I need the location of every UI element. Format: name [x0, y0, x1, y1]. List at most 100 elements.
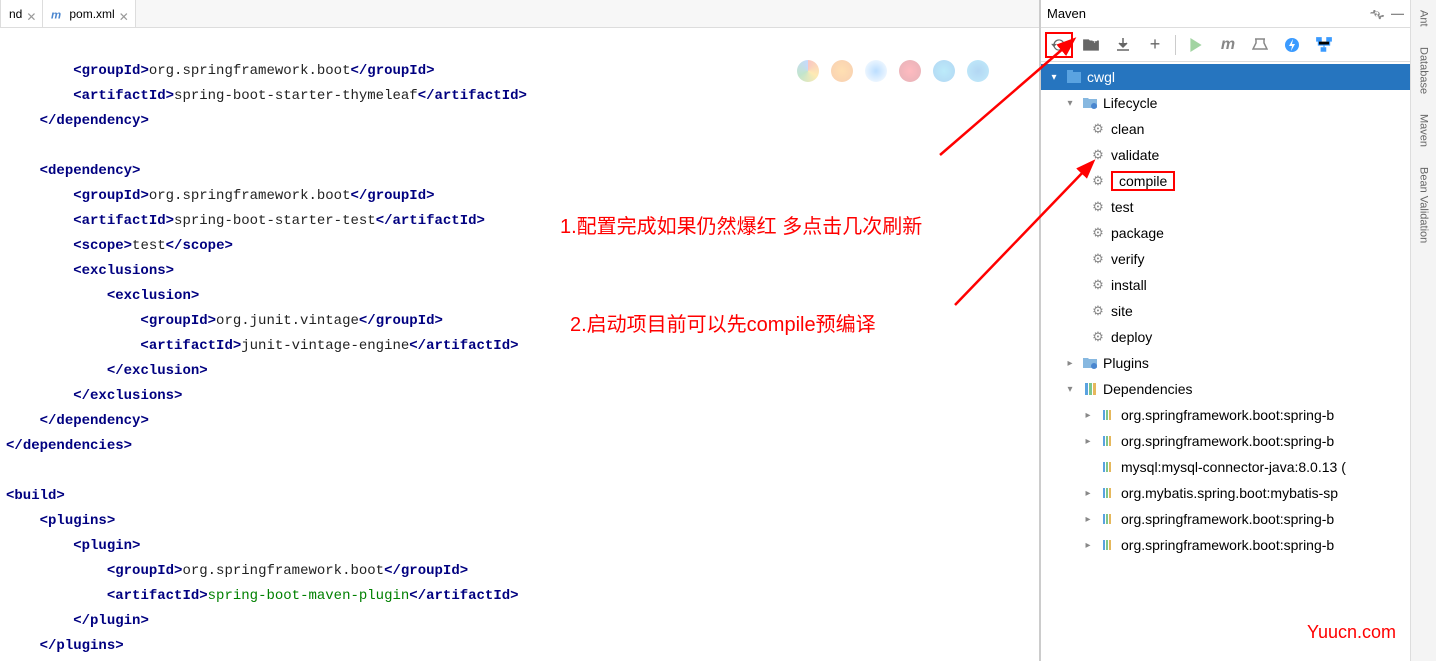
- tree-goal-package[interactable]: ⚙package: [1041, 220, 1410, 246]
- tree-goal-compile[interactable]: ⚙compile: [1041, 168, 1410, 194]
- artifactid-text: junit-vintage-engine: [241, 338, 409, 354]
- tree-project-cwgl[interactable]: ▾ cwgl: [1041, 64, 1410, 90]
- rail-bean[interactable]: Bean Validation: [1418, 167, 1430, 243]
- groupid-text: org.springframework.boot: [182, 563, 384, 579]
- lib-icon: [1099, 434, 1117, 448]
- m-icon: m: [1221, 36, 1235, 54]
- plus-icon: +: [1150, 34, 1161, 55]
- refresh-button[interactable]: [1045, 32, 1073, 58]
- refresh-icon: [1050, 36, 1068, 54]
- code-editor[interactable]: <groupId>org.springframework.boot</group…: [0, 28, 1039, 661]
- lib-icon: [1099, 538, 1117, 552]
- chevron-down-icon: ▾: [1063, 98, 1077, 109]
- maven-tree: ▾ cwgl ▾ Lifecycle ⚙clean ⚙validate ⚙com…: [1041, 62, 1410, 661]
- chevron-right-icon: ▸: [1081, 410, 1095, 421]
- opera-icon[interactable]: [899, 60, 921, 82]
- lib-icon: [1099, 408, 1117, 422]
- tree-label: clean: [1111, 121, 1144, 137]
- tree-goal-deploy[interactable]: ⚙deploy: [1041, 324, 1410, 350]
- minimize-icon[interactable]: —: [1391, 6, 1404, 21]
- gear-icon: ⚙: [1089, 121, 1107, 137]
- run-button[interactable]: [1182, 32, 1210, 58]
- tree-label: org.springframework.boot:spring-b: [1121, 407, 1334, 423]
- tree-label: validate: [1111, 147, 1159, 163]
- diagram-icon: [1315, 36, 1333, 54]
- folder-gear-icon: [1081, 355, 1099, 371]
- chevron-down-icon: ▾: [1063, 384, 1077, 395]
- offline-button[interactable]: [1278, 32, 1306, 58]
- plus-button[interactable]: +: [1141, 32, 1169, 58]
- gear-icon: ⚙: [1089, 329, 1107, 345]
- tree-label: compile: [1111, 171, 1175, 191]
- tree-label: install: [1111, 277, 1147, 293]
- tree-dependencies[interactable]: ▾ Dependencies: [1041, 376, 1410, 402]
- groupid-text: org.junit.vintage: [216, 313, 359, 329]
- close-icon[interactable]: ✕: [119, 10, 127, 18]
- rail-maven[interactable]: Maven: [1418, 114, 1430, 147]
- rail-database[interactable]: Database: [1418, 47, 1430, 94]
- tree-goal-validate[interactable]: ⚙validate: [1041, 142, 1410, 168]
- edge-icon[interactable]: [967, 60, 989, 82]
- tree-goal-test[interactable]: ⚙test: [1041, 194, 1410, 220]
- tree-label: org.springframework.boot:spring-b: [1121, 511, 1334, 527]
- tab-pom[interactable]: m pom.xml ✕: [43, 0, 135, 27]
- firefox-icon[interactable]: [831, 60, 853, 82]
- tree-dep-3[interactable]: mysql:mysql-connector-java:8.0.13 (: [1041, 454, 1410, 480]
- gear-icon: ⚙: [1089, 147, 1107, 163]
- close-icon[interactable]: ✕: [26, 10, 34, 18]
- tree-dep-2[interactable]: ▸org.springframework.boot:spring-b: [1041, 428, 1410, 454]
- tree-goal-install[interactable]: ⚙install: [1041, 272, 1410, 298]
- maven-file-icon: m: [51, 7, 65, 21]
- tab-prev[interactable]: nd ✕: [0, 0, 43, 27]
- artifactid-text: spring-boot-starter-thymeleaf: [174, 88, 418, 104]
- tree-label: Plugins: [1103, 355, 1149, 371]
- gear-icon[interactable]: [1369, 6, 1385, 22]
- download-icon: [1115, 37, 1131, 53]
- lib-icon: [1099, 512, 1117, 526]
- tree-goal-clean[interactable]: ⚙clean: [1041, 116, 1410, 142]
- tree-label: site: [1111, 303, 1133, 319]
- tree-dep-4[interactable]: ▸org.mybatis.spring.boot:mybatis-sp: [1041, 480, 1410, 506]
- tree-label: cwgl: [1087, 69, 1115, 85]
- tree-lifecycle[interactable]: ▾ Lifecycle: [1041, 90, 1410, 116]
- browser-icons: [797, 60, 989, 82]
- tab-label: nd: [9, 7, 22, 21]
- gear-icon: ⚙: [1089, 173, 1107, 189]
- tree-label: Dependencies: [1103, 381, 1193, 397]
- svg-text:+: +: [1092, 36, 1097, 46]
- tree-label: Lifecycle: [1103, 95, 1157, 111]
- chevron-right-icon: ▸: [1081, 514, 1095, 525]
- rail-ant[interactable]: Ant: [1418, 10, 1430, 27]
- gear-icon: ⚙: [1089, 277, 1107, 293]
- chrome-icon[interactable]: [797, 60, 819, 82]
- project-icon: [1065, 69, 1083, 85]
- right-tool-rail: Ant Database Maven Bean Validation: [1410, 0, 1436, 661]
- tree-dep-5[interactable]: ▸ org.springframework.boot:spring-b: [1041, 506, 1410, 532]
- tree-label: mysql:mysql-connector-java:8.0.13 (: [1121, 459, 1346, 475]
- show-deps-button[interactable]: [1310, 32, 1338, 58]
- ie-icon[interactable]: [933, 60, 955, 82]
- tree-dep-1[interactable]: ▸ org.springframework.boot:spring-b: [1041, 402, 1410, 428]
- rail-label: Database: [1418, 47, 1430, 94]
- add-project-button[interactable]: +: [1077, 32, 1105, 58]
- maven-m-button[interactable]: m: [1214, 32, 1242, 58]
- folder-lib-icon: [1081, 381, 1099, 397]
- gear-icon: ⚙: [1089, 303, 1107, 319]
- tree-label: org.mybatis.spring.boot:mybatis-sp: [1121, 485, 1338, 501]
- artifactid-text: spring-boot-maven-plugin: [208, 588, 410, 604]
- chevron-right-icon: ▸: [1081, 436, 1095, 447]
- tree-goal-site[interactable]: ⚙site: [1041, 298, 1410, 324]
- groupid-text: org.springframework.boot: [149, 188, 351, 204]
- tab-label: pom.xml: [69, 7, 114, 21]
- tree-label: deploy: [1111, 329, 1152, 345]
- groupid-text: org.springframework.boot: [149, 63, 351, 79]
- rail-label: Bean Validation: [1418, 167, 1430, 243]
- chevron-right-icon: ▸: [1063, 358, 1077, 369]
- tree-plugins[interactable]: ▸ Plugins: [1041, 350, 1410, 376]
- safari-icon[interactable]: [865, 60, 887, 82]
- tree-dep-6[interactable]: ▸org.springframework.boot:spring-b: [1041, 532, 1410, 558]
- play-icon: [1189, 38, 1203, 52]
- download-button[interactable]: [1109, 32, 1137, 58]
- tree-goal-verify[interactable]: ⚙verify: [1041, 246, 1410, 272]
- skip-tests-button[interactable]: [1246, 32, 1274, 58]
